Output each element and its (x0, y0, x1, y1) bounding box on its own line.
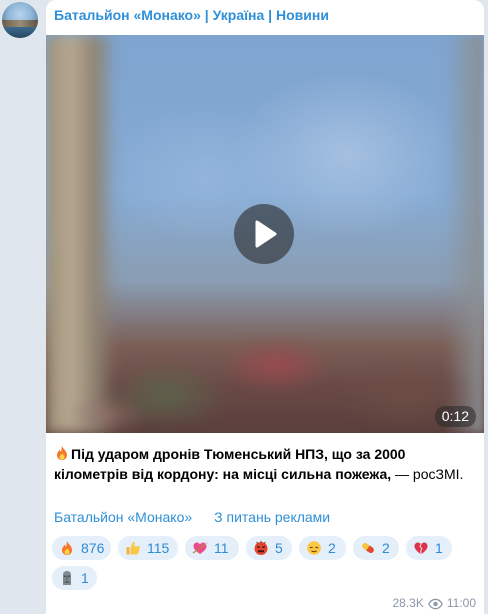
message-meta: 28.3K 11:00 (393, 595, 477, 611)
reaction-pill[interactable]: 2 (353, 536, 399, 560)
relieved-face-icon (307, 541, 321, 555)
eye-icon (427, 598, 443, 610)
broken-heart-icon (414, 542, 428, 554)
message-time: 11:00 (446, 596, 476, 610)
post-text-bold: Під ударом дронів Тюменський НПЗ, що за … (54, 446, 406, 482)
avatar-coastline (2, 20, 38, 27)
angry-face-icon (254, 540, 268, 555)
pill-icon (362, 542, 374, 554)
reaction-heart-arrow[interactable]: 11 (185, 536, 239, 560)
reaction-angry-face[interactable]: 5 (246, 536, 292, 560)
channel-title[interactable]: Батальйон «Монако» | Україна | Новини (54, 7, 329, 23)
reaction-count: 1 (435, 540, 443, 556)
video-duration: 0:12 (434, 406, 476, 427)
reaction-count: 1 (81, 570, 89, 586)
reaction-broken-heart[interactable]: 1 (406, 536, 452, 560)
reaction-thumbs-up[interactable]: 115 (118, 536, 178, 560)
reaction-count: 11 (214, 540, 229, 556)
post-text: Під ударом дронів Тюменський НПЗ, що за … (54, 444, 478, 484)
ads-link[interactable]: З питань реклами (214, 509, 330, 525)
reaction-count: 115 (147, 540, 170, 556)
channel-avatar[interactable] (2, 2, 38, 38)
reaction-moai[interactable]: 1 (52, 566, 97, 590)
fire-icon (62, 541, 72, 555)
moai-icon (63, 571, 71, 585)
reaction-count: 876 (81, 540, 105, 556)
video-preview[interactable]: 0:12 (46, 35, 484, 433)
reaction-relieved-face[interactable]: 2 (299, 536, 346, 560)
post-text-source: — росЗМІ. (391, 466, 464, 482)
reaction-count: 2 (328, 540, 336, 556)
channel-link[interactable]: Батальйон «Монако» (54, 509, 192, 525)
thumbs-up-icon (126, 541, 140, 555)
view-count: 28.3K (392, 596, 424, 610)
play-icon (255, 220, 277, 248)
avatar-water (2, 27, 38, 38)
footer-links: Батальйон «Монако» З питань реклами (54, 509, 330, 525)
message-bubble: Батальйон «Монако» | Україна | Новини 0:… (46, 0, 484, 614)
reaction-fire[interactable]: 876 (52, 536, 111, 560)
reaction-count: 2 (382, 540, 390, 556)
video-ground-blur (46, 325, 484, 433)
play-button[interactable] (234, 204, 294, 264)
reaction-count: 5 (275, 540, 283, 556)
heart-arrow-icon (192, 542, 208, 554)
fire-icon (57, 446, 67, 460)
